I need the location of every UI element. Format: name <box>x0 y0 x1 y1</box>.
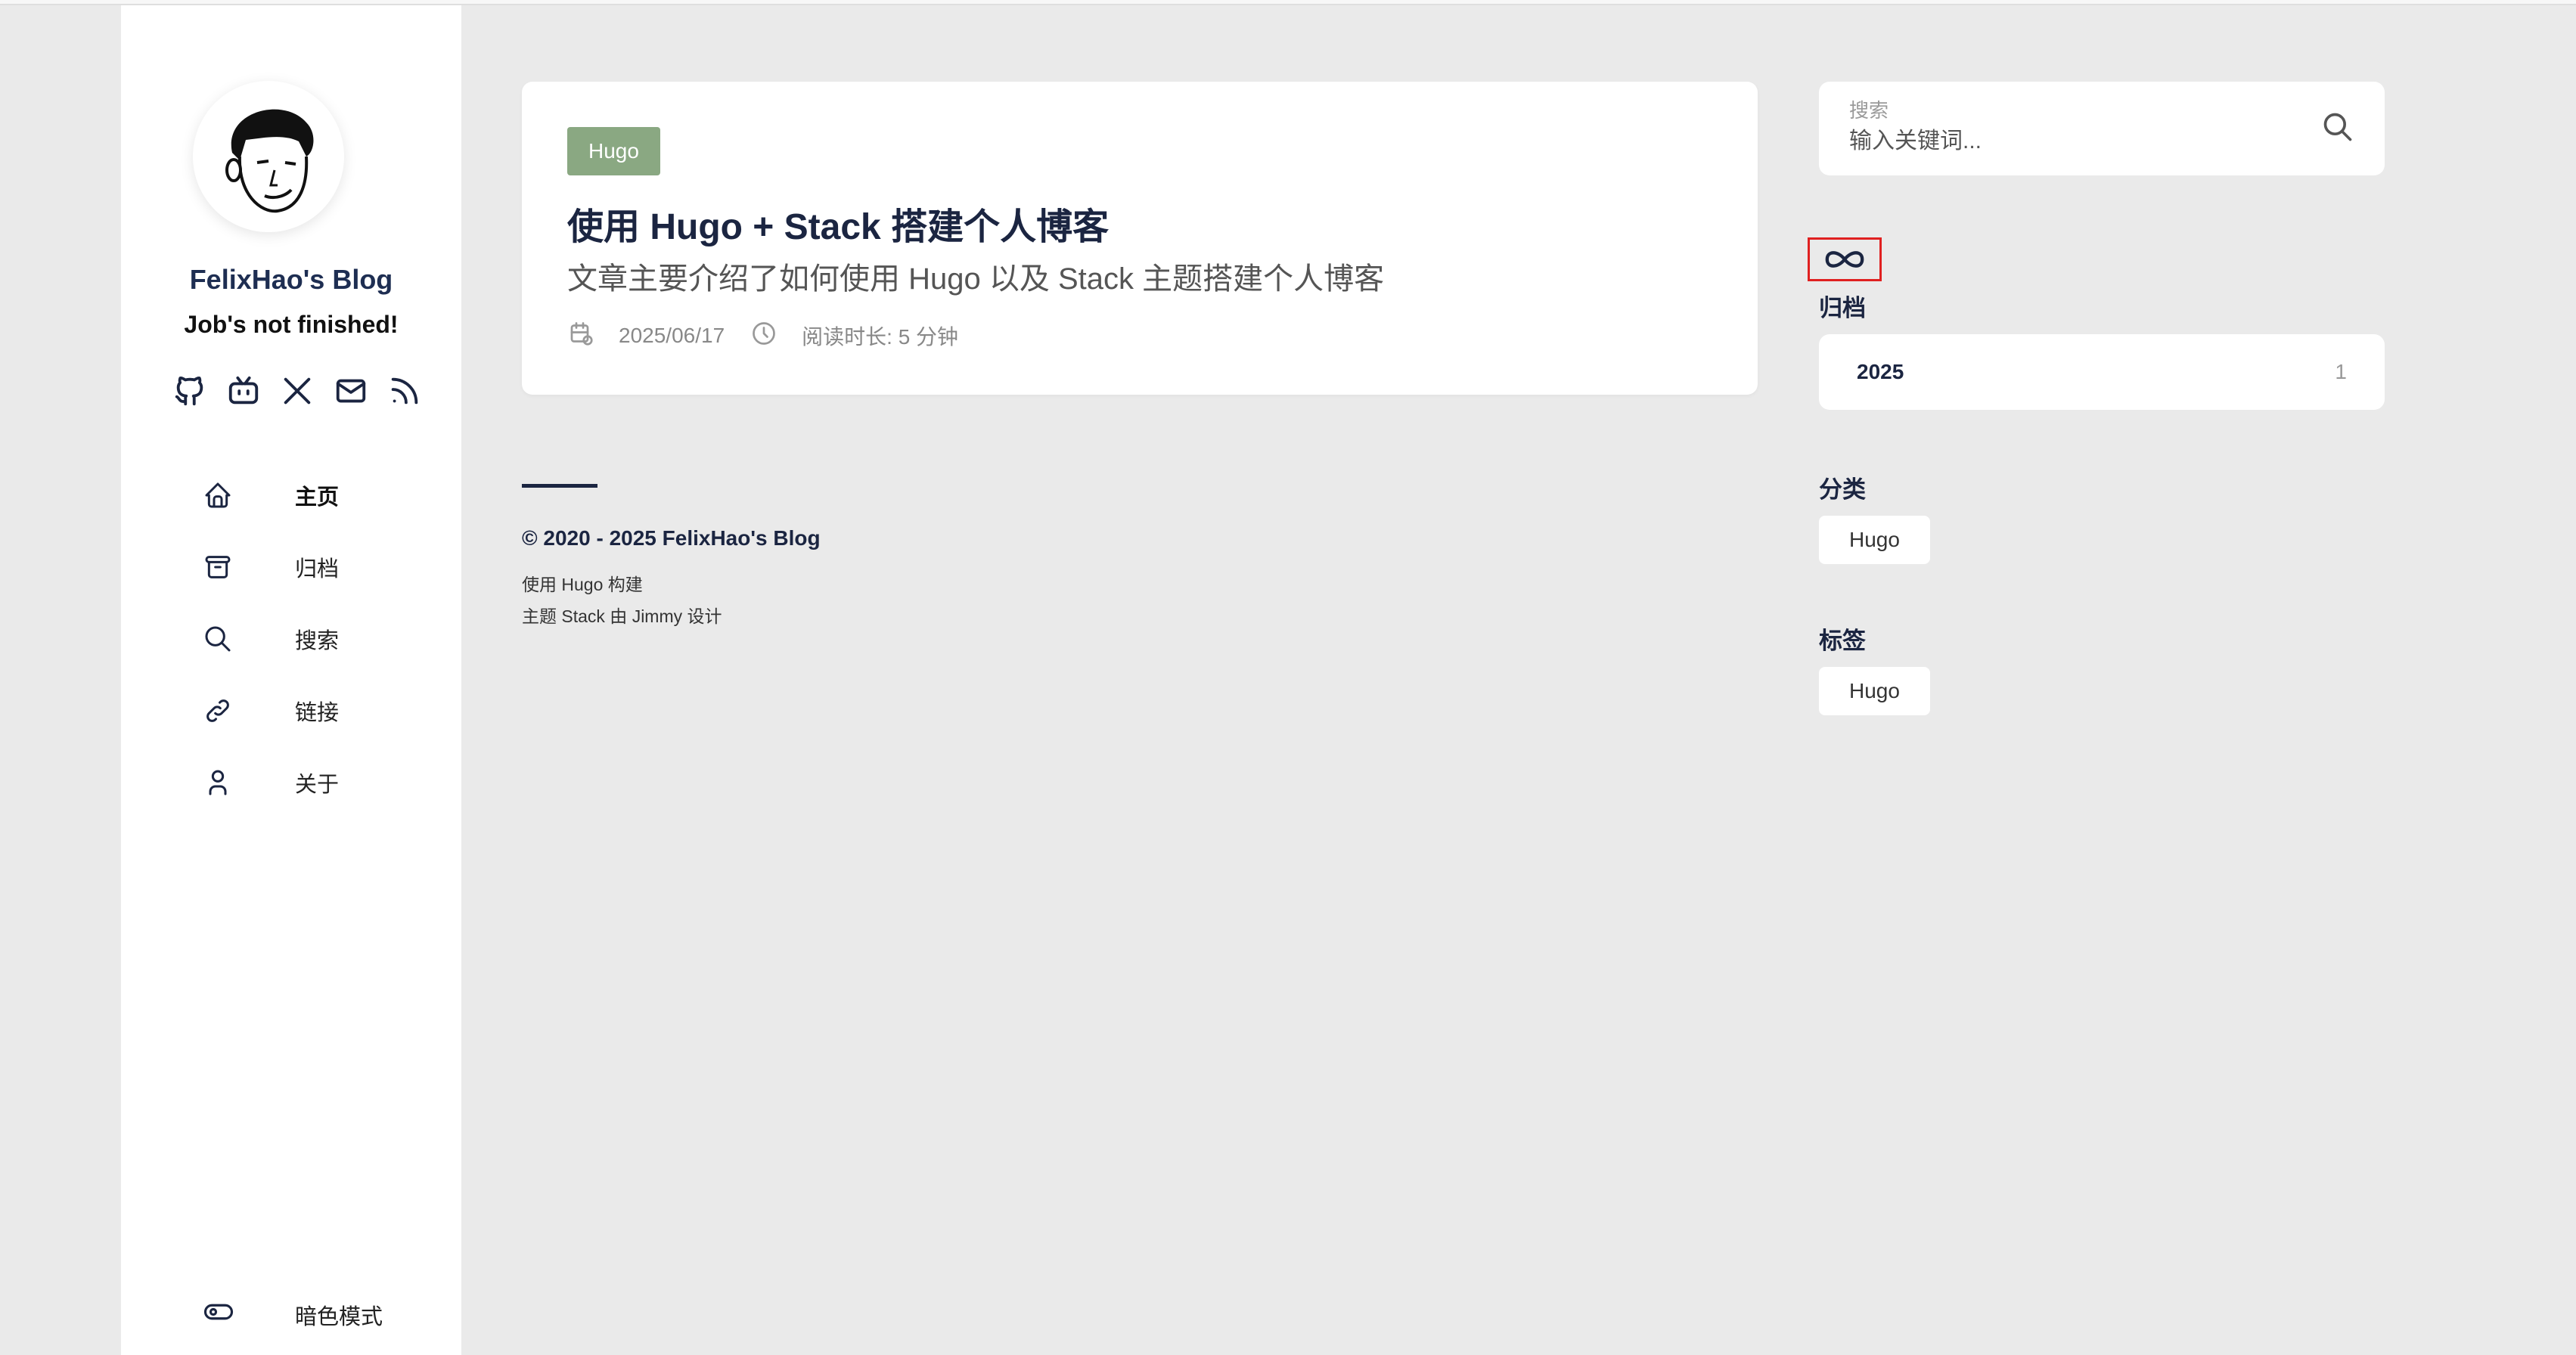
top-border <box>0 0 2576 5</box>
archive-row[interactable]: 2025 1 <box>1819 334 2385 410</box>
menu-item-archives[interactable]: 归档 <box>121 531 461 603</box>
article-card[interactable]: Hugo 使用 Hugo + Stack 搭建个人博客 文章主要介绍了如何使用 … <box>522 82 1758 395</box>
home-icon <box>203 480 233 510</box>
dark-mode-toggle[interactable]: 暗色模式 <box>121 1287 461 1340</box>
footer-divider <box>522 484 597 488</box>
menu-item-about[interactable]: 关于 <box>121 746 461 818</box>
menu-item-label: 主页 <box>295 485 340 510</box>
infinity-icon[interactable] <box>1808 237 1882 281</box>
menu-item-label: 关于 <box>295 772 340 797</box>
footer-copyright: © 2020 - 2025 FelixHao's Blog <box>522 526 821 550</box>
calendar-icon <box>567 320 594 352</box>
category-badge[interactable]: Hugo <box>567 127 660 175</box>
article-title[interactable]: 使用 Hugo + Stack 搭建个人博客 <box>567 197 1109 250</box>
bilibili-icon[interactable] <box>226 374 261 408</box>
menu-item-links[interactable]: 链接 <box>121 674 461 746</box>
x-icon[interactable] <box>280 374 315 408</box>
article-date: 2025/06/17 <box>619 324 725 347</box>
footer-powered-by[interactable]: 使用 Hugo 构建 <box>522 570 643 596</box>
search-icon <box>203 624 233 654</box>
mail-icon[interactable] <box>334 374 368 408</box>
menu-item-label: 归档 <box>295 557 340 581</box>
search-widget: 搜索 <box>1819 82 2385 175</box>
menu-item-label: 搜索 <box>295 628 340 653</box>
avatar[interactable] <box>193 81 344 232</box>
site-description: Job's not finished! <box>184 311 399 338</box>
tag-chip[interactable]: Hugo <box>1819 667 1930 715</box>
article-meta: 2025/06/17 阅读时长: 5 分钟 <box>567 319 958 352</box>
toggle-icon <box>203 1296 234 1328</box>
categories-title: 分类 <box>1819 476 1866 503</box>
rss-icon[interactable] <box>387 374 422 408</box>
article-subtitle: 文章主要介绍了如何使用 Hugo 以及 Stack 主题搭建个人博客 <box>567 262 1385 296</box>
article-read-time: 阅读时长: 5 分钟 <box>802 325 959 349</box>
archive-count: 1 <box>2335 360 2347 383</box>
main-menu: 主页 归档 搜索 链接 关于 <box>121 459 461 818</box>
link-icon <box>203 696 233 726</box>
archive-year: 2025 <box>1857 360 1904 383</box>
footer-theme[interactable]: 主题 Stack 由 Jimmy 设计 <box>522 602 722 628</box>
archive-icon <box>203 552 233 582</box>
search-label: 搜索 <box>1849 99 1889 122</box>
dark-mode-label: 暗色模式 <box>295 1305 383 1329</box>
user-icon <box>203 767 233 798</box>
archives-title: 归档 <box>1819 295 1866 321</box>
menu-item-label: 链接 <box>295 700 340 725</box>
category-chip[interactable]: Hugo <box>1819 516 1930 564</box>
site-name[interactable]: FelixHao's Blog <box>121 264 461 296</box>
social-links <box>172 370 422 412</box>
left-sidebar: FelixHao's Blog Job's not finished! 主页 归… <box>121 5 461 1355</box>
clock-icon <box>750 320 777 352</box>
github-icon[interactable] <box>172 374 207 408</box>
menu-item-search[interactable]: 搜索 <box>121 603 461 674</box>
menu-item-home[interactable]: 主页 <box>121 459 461 531</box>
tags-title: 标签 <box>1819 628 1866 654</box>
search-icon[interactable] <box>2321 110 2354 144</box>
search-input[interactable] <box>1849 129 2303 154</box>
